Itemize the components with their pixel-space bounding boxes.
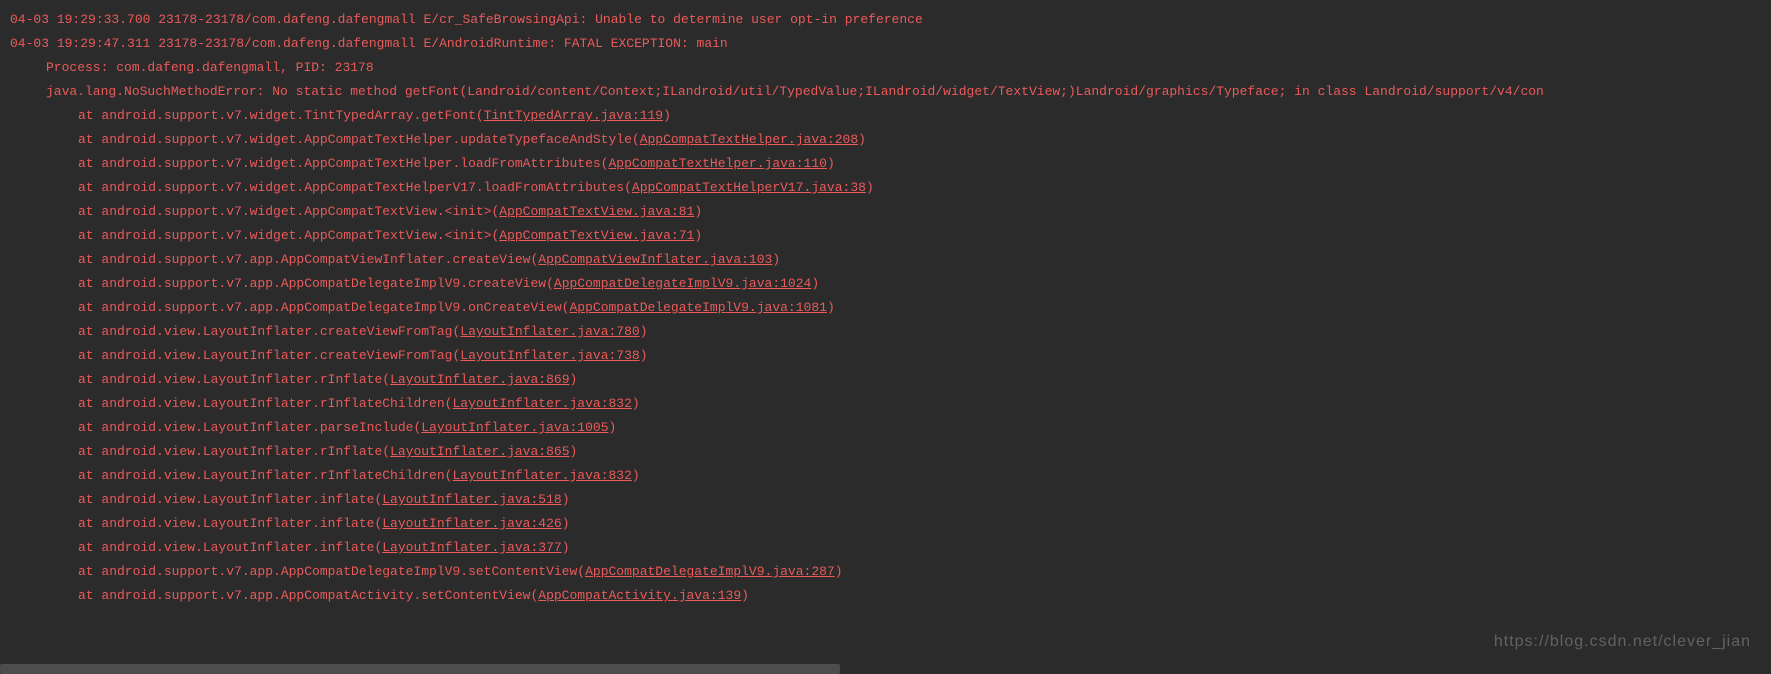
log-line: at android.view.LayoutInflater.rInflate(… (10, 368, 1761, 392)
source-link[interactable]: TintTypedArray.java:119 (484, 108, 663, 123)
log-line: at android.view.LayoutInflater.inflate(L… (10, 536, 1761, 560)
log-line: 04-03 19:29:47.311 23178-23178/com.dafen… (10, 32, 1761, 56)
source-link[interactable]: LayoutInflater.java:1005 (421, 420, 608, 435)
horizontal-scrollbar-track[interactable] (0, 664, 1771, 674)
log-text: ) (811, 276, 819, 291)
watermark-text: https://blog.csdn.net/clever_jian (1494, 630, 1751, 654)
log-text: ) (632, 468, 640, 483)
log-text: ) (640, 324, 648, 339)
source-link[interactable]: AppCompatDelegateImplV9.java:1081 (569, 300, 826, 315)
source-link[interactable]: AppCompatTextView.java:81 (499, 204, 694, 219)
log-text: at android.support.v7.widget.AppCompatTe… (78, 228, 499, 243)
log-text: ) (562, 516, 570, 531)
log-text: 04-03 19:29:47.311 23178-23178/com.dafen… (10, 36, 728, 51)
log-text: 04-03 19:29:33.700 23178-23178/com.dafen… (10, 12, 923, 27)
log-line: at android.view.LayoutInflater.rInflate(… (10, 440, 1761, 464)
log-text: at android.view.LayoutInflater.parseIncl… (78, 420, 421, 435)
log-text: at android.view.LayoutInflater.inflate( (78, 540, 382, 555)
log-line: at android.support.v7.widget.AppCompatTe… (10, 200, 1761, 224)
log-line: 04-03 19:29:33.700 23178-23178/com.dafen… (10, 8, 1761, 32)
log-text: at android.view.LayoutInflater.createVie… (78, 324, 460, 339)
source-link[interactable]: AppCompatViewInflater.java:103 (538, 252, 772, 267)
log-text: at android.support.v7.app.AppCompatDeleg… (78, 300, 569, 315)
horizontal-scrollbar-thumb[interactable] (0, 664, 840, 674)
log-text: ) (866, 180, 874, 195)
source-link[interactable]: LayoutInflater.java:738 (460, 348, 639, 363)
source-link[interactable]: AppCompatTextHelperV17.java:38 (632, 180, 866, 195)
source-link[interactable]: AppCompatActivity.java:139 (538, 588, 741, 603)
log-text: ) (640, 348, 648, 363)
log-line: Process: com.dafeng.dafengmall, PID: 231… (10, 56, 1761, 80)
log-text: at android.view.LayoutInflater.inflate( (78, 492, 382, 507)
log-text: at android.view.LayoutInflater.inflate( (78, 516, 382, 531)
log-line: at android.view.LayoutInflater.createVie… (10, 344, 1761, 368)
source-link[interactable]: LayoutInflater.java:869 (390, 372, 569, 387)
log-text: at android.support.v7.app.AppCompatViewI… (78, 252, 538, 267)
log-text: at android.support.v7.widget.AppCompatTe… (78, 156, 609, 171)
log-text: at android.support.v7.widget.AppCompatTe… (78, 180, 632, 195)
log-text: at android.view.LayoutInflater.createVie… (78, 348, 460, 363)
source-link[interactable]: AppCompatTextView.java:71 (499, 228, 694, 243)
source-link[interactable]: AppCompatTextHelper.java:208 (640, 132, 858, 147)
log-line: at android.support.v7.app.AppCompatDeleg… (10, 560, 1761, 584)
log-text: ) (827, 156, 835, 171)
log-text: ) (570, 372, 578, 387)
log-line: at android.support.v7.widget.AppCompatTe… (10, 176, 1761, 200)
log-text: ) (858, 132, 866, 147)
source-link[interactable]: LayoutInflater.java:832 (452, 396, 631, 411)
log-text: at android.support.v7.widget.AppCompatTe… (78, 132, 640, 147)
log-line: at android.view.LayoutInflater.rInflateC… (10, 464, 1761, 488)
log-line: at android.support.v7.app.AppCompatActiv… (10, 584, 1761, 608)
log-line: at android.support.v7.widget.AppCompatTe… (10, 224, 1761, 248)
log-text: at android.view.LayoutInflater.rInflateC… (78, 396, 452, 411)
log-line: at android.view.LayoutInflater.inflate(L… (10, 512, 1761, 536)
source-link[interactable]: AppCompatDelegateImplV9.java:287 (585, 564, 835, 579)
log-text: ) (741, 588, 749, 603)
log-text: ) (772, 252, 780, 267)
log-text: at android.support.v7.app.AppCompatDeleg… (78, 276, 554, 291)
source-link[interactable]: AppCompatTextHelper.java:110 (609, 156, 827, 171)
log-line: at android.support.v7.app.AppCompatDeleg… (10, 272, 1761, 296)
log-text: at android.view.LayoutInflater.rInflateC… (78, 468, 452, 483)
log-text: at android.view.LayoutInflater.rInflate( (78, 372, 390, 387)
log-line: at android.view.LayoutInflater.parseIncl… (10, 416, 1761, 440)
log-line: java.lang.NoSuchMethodError: No static m… (10, 80, 1761, 104)
source-link[interactable]: AppCompatDelegateImplV9.java:1024 (554, 276, 811, 291)
logcat-output: 04-03 19:29:33.700 23178-23178/com.dafen… (10, 8, 1761, 608)
source-link[interactable]: LayoutInflater.java:518 (382, 492, 561, 507)
log-text: ) (570, 444, 578, 459)
log-text: ) (562, 492, 570, 507)
source-link[interactable]: LayoutInflater.java:377 (382, 540, 561, 555)
log-text: ) (694, 204, 702, 219)
log-line: at android.support.v7.widget.TintTypedAr… (10, 104, 1761, 128)
log-line: at android.support.v7.app.AppCompatViewI… (10, 248, 1761, 272)
log-text: ) (562, 540, 570, 555)
source-link[interactable]: LayoutInflater.java:832 (452, 468, 631, 483)
log-line: at android.view.LayoutInflater.inflate(L… (10, 488, 1761, 512)
log-line: at android.support.v7.app.AppCompatDeleg… (10, 296, 1761, 320)
log-text: at android.view.LayoutInflater.rInflate( (78, 444, 390, 459)
log-text: ) (827, 300, 835, 315)
log-text: ) (663, 108, 671, 123)
log-text: ) (632, 396, 640, 411)
source-link[interactable]: LayoutInflater.java:780 (460, 324, 639, 339)
log-text: Process: com.dafeng.dafengmall, PID: 231… (46, 60, 374, 75)
log-line: at android.view.LayoutInflater.rInflateC… (10, 392, 1761, 416)
source-link[interactable]: LayoutInflater.java:865 (390, 444, 569, 459)
log-text: at android.support.v7.app.AppCompatDeleg… (78, 564, 585, 579)
log-text: ) (694, 228, 702, 243)
log-text: java.lang.NoSuchMethodError: No static m… (46, 84, 1544, 99)
log-text: at android.support.v7.app.AppCompatActiv… (78, 588, 538, 603)
source-link[interactable]: LayoutInflater.java:426 (382, 516, 561, 531)
log-line: at android.support.v7.widget.AppCompatTe… (10, 128, 1761, 152)
log-text: ) (835, 564, 843, 579)
log-line: at android.view.LayoutInflater.createVie… (10, 320, 1761, 344)
log-text: ) (609, 420, 617, 435)
log-text: at android.support.v7.widget.AppCompatTe… (78, 204, 499, 219)
log-text: at android.support.v7.widget.TintTypedAr… (78, 108, 484, 123)
log-line: at android.support.v7.widget.AppCompatTe… (10, 152, 1761, 176)
